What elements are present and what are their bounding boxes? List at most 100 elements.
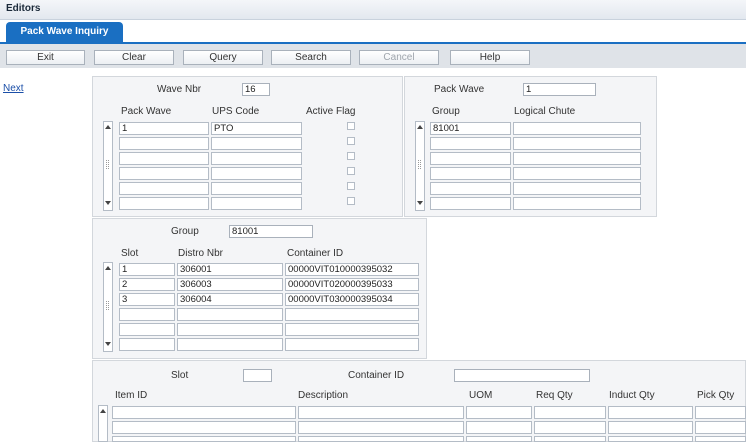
scroll-grip-icon[interactable] (106, 301, 109, 310)
group-cell[interactable] (430, 197, 511, 210)
induct-qty-cell[interactable] (608, 436, 693, 442)
group-cell[interactable]: 81001 (430, 122, 511, 135)
group-cell[interactable] (430, 152, 511, 165)
slot-cell[interactable]: 3 (119, 293, 175, 306)
slot-field[interactable] (243, 369, 272, 382)
scroll-up-icon[interactable] (417, 125, 423, 129)
slot-cell[interactable]: 2 (119, 278, 175, 291)
container-id-cell[interactable] (285, 338, 419, 351)
container-id-cell[interactable]: 00000VIT020000395033 (285, 278, 419, 291)
ups-code-cell[interactable]: PTO (211, 122, 302, 135)
req-qty-cell[interactable] (534, 436, 606, 442)
tab-pack-wave-inquiry[interactable]: Pack Wave Inquiry (6, 22, 123, 42)
slot-cell[interactable]: 1 (119, 263, 175, 276)
scroll-grip-icon[interactable] (106, 160, 109, 169)
container-id-cell[interactable] (285, 323, 419, 336)
item-id-cell[interactable] (112, 406, 296, 419)
pick-qty-cell[interactable] (695, 421, 746, 434)
pick-qty-cell[interactable] (695, 406, 746, 419)
logical-chute-cell[interactable] (513, 197, 641, 210)
query-button[interactable]: Query (183, 50, 263, 65)
ups-code-cell[interactable] (211, 197, 302, 210)
search-button[interactable]: Search (271, 50, 351, 65)
req-qty-cell[interactable] (534, 421, 606, 434)
col-header-ups-code: UPS Code (212, 106, 260, 117)
logical-chute-cell[interactable] (513, 152, 641, 165)
pick-qty-cell[interactable] (695, 436, 746, 442)
item-id-cell[interactable] (112, 436, 296, 442)
group-field[interactable]: 81001 (229, 225, 313, 238)
scroll-down-icon[interactable] (417, 201, 423, 205)
uom-cell[interactable] (466, 421, 532, 434)
slot-cell[interactable] (119, 308, 175, 321)
pack-wave-cell[interactable] (119, 182, 209, 195)
slot-scrollbar[interactable] (103, 262, 113, 352)
description-cell[interactable] (298, 406, 464, 419)
group-cell[interactable] (430, 137, 511, 150)
active-flag-checkbox[interactable] (347, 122, 355, 130)
req-qty-cell[interactable] (534, 406, 606, 419)
distro-nbr-cell[interactable]: 306004 (177, 293, 283, 306)
item-scrollbar[interactable] (98, 405, 108, 442)
ups-code-cell[interactable] (211, 137, 302, 150)
pack-wave-cell[interactable] (119, 137, 209, 150)
wave-nbr-field[interactable]: 16 (242, 83, 270, 96)
logical-chute-cell[interactable] (513, 137, 641, 150)
pack-wave-field[interactable]: 1 (523, 83, 596, 96)
uom-cell[interactable] (466, 436, 532, 442)
induct-qty-cell[interactable] (608, 421, 693, 434)
wave-scrollbar[interactable] (103, 121, 113, 211)
slot-cell[interactable] (119, 323, 175, 336)
scroll-up-icon[interactable] (100, 409, 106, 413)
active-flag-checkbox[interactable] (347, 137, 355, 145)
slot-cell[interactable] (119, 338, 175, 351)
next-link[interactable]: Next (3, 83, 24, 94)
container-id-cell[interactable]: 00000VIT010000395032 (285, 263, 419, 276)
uom-cell[interactable] (466, 406, 532, 419)
container-id-cell[interactable] (285, 308, 419, 321)
active-flag-checkbox[interactable] (347, 167, 355, 175)
distro-nbr-cell[interactable]: 306001 (177, 263, 283, 276)
help-button[interactable]: Help (450, 50, 530, 65)
ups-code-cell[interactable] (211, 182, 302, 195)
active-flag-checkbox[interactable] (347, 152, 355, 160)
col-header-container-id: Container ID (287, 248, 344, 259)
col-header-pick-qty: Pick Qty (697, 390, 735, 401)
logical-chute-cell[interactable] (513, 122, 641, 135)
container-id-field[interactable] (454, 369, 590, 382)
ups-code-cell[interactable] (211, 167, 302, 180)
induct-qty-cell[interactable] (608, 406, 693, 419)
clear-button[interactable]: Clear (94, 50, 174, 65)
logical-chute-cell[interactable] (513, 167, 641, 180)
col-header-active-flag: Active Flag (306, 106, 356, 117)
group-scrollbar[interactable] (415, 121, 425, 211)
pack-wave-cell[interactable] (119, 152, 209, 165)
distro-nbr-cell[interactable] (177, 308, 283, 321)
active-flag-checkbox[interactable] (347, 182, 355, 190)
description-cell[interactable] (298, 421, 464, 434)
scroll-grip-icon[interactable] (418, 160, 421, 169)
distro-nbr-cell[interactable] (177, 338, 283, 351)
active-flag-checkbox[interactable] (347, 197, 355, 205)
pack-wave-cell[interactable] (119, 197, 209, 210)
logical-chute-cell[interactable] (513, 182, 641, 195)
item-id-cell[interactable] (112, 421, 296, 434)
col-header-distro-nbr: Distro Nbr (178, 248, 224, 259)
scroll-down-icon[interactable] (105, 342, 111, 346)
exit-button[interactable]: Exit (6, 50, 85, 65)
scroll-up-icon[interactable] (105, 266, 111, 270)
pack-wave-cell[interactable] (119, 167, 209, 180)
distro-nbr-cell[interactable] (177, 323, 283, 336)
description-cell[interactable] (298, 436, 464, 442)
col-header-req-qty: Req Qty (536, 390, 573, 401)
col-header-slot: Slot (121, 248, 139, 259)
container-id-cell[interactable]: 00000VIT030000395034 (285, 293, 419, 306)
scroll-down-icon[interactable] (105, 201, 111, 205)
title-bar (0, 0, 746, 20)
ups-code-cell[interactable] (211, 152, 302, 165)
group-cell[interactable] (430, 167, 511, 180)
scroll-up-icon[interactable] (105, 125, 111, 129)
pack-wave-cell[interactable]: 1 (119, 122, 209, 135)
distro-nbr-cell[interactable]: 306003 (177, 278, 283, 291)
group-cell[interactable] (430, 182, 511, 195)
